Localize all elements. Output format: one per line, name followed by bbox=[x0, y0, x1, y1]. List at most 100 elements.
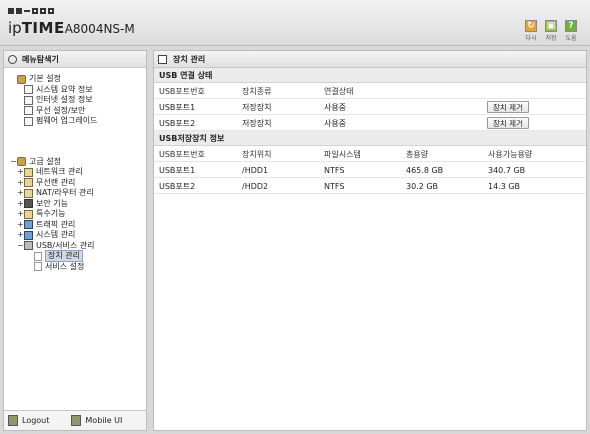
logout-button[interactable]: Logout bbox=[8, 415, 49, 426]
expand-icon[interactable]: + bbox=[17, 178, 24, 188]
page-header: 장치 관리 bbox=[154, 51, 586, 68]
tree-item-nat-router[interactable]: + NAT/라우터 관리 bbox=[10, 188, 146, 199]
window-icon bbox=[158, 54, 167, 64]
col-header: 사용가능용량 bbox=[488, 149, 533, 159]
expand-icon[interactable]: + bbox=[17, 209, 24, 219]
brand-logo: ipTIMEA8004NS-M bbox=[8, 19, 135, 37]
tree-label: NAT/라우터 관리 bbox=[36, 188, 94, 198]
tree-item-network[interactable]: + 네트워크 관리 bbox=[10, 167, 146, 178]
page-title: 장치 관리 bbox=[173, 54, 206, 64]
special-icon bbox=[24, 209, 33, 219]
help-button[interactable]: ? 도움 bbox=[564, 20, 578, 42]
tree-item-system-summary[interactable]: 시스템 요약 정보 bbox=[10, 85, 146, 96]
reload-label: 다시 bbox=[525, 35, 537, 42]
settings-folder-icon bbox=[17, 74, 26, 84]
expand-icon[interactable]: + bbox=[17, 220, 24, 230]
document-icon bbox=[24, 95, 33, 105]
tree-item-internet-info[interactable]: 인터넷 설정 정보 bbox=[10, 95, 146, 106]
mobile-icon bbox=[71, 415, 82, 426]
save-button[interactable]: ▣ 저장 bbox=[544, 20, 558, 42]
table-row: USB포트1 저장장치 사용중 장치 제거 bbox=[154, 99, 586, 115]
tree-item-firmware-upgrade[interactable]: 펌웨어 업그레이드 bbox=[10, 116, 146, 127]
tree-item-service-settings[interactable]: 서비스 설정 bbox=[10, 262, 146, 273]
remove-device-button[interactable]: 장치 제거 bbox=[487, 117, 529, 129]
reload-icon: ↻ bbox=[525, 20, 537, 32]
port-cell: USB포트2 bbox=[159, 118, 196, 128]
expand-icon[interactable]: + bbox=[17, 167, 24, 177]
location-cell: /HDD2 bbox=[242, 181, 269, 191]
tree-item-security[interactable]: + 보안 기능 bbox=[10, 199, 146, 210]
reload-button[interactable]: ↻ 다시 bbox=[524, 20, 538, 42]
available-capacity-cell: 340.7 GB bbox=[488, 165, 526, 175]
filesystem-cell: NTFS bbox=[324, 181, 345, 191]
tree-label: USB/서비스 관리 bbox=[36, 240, 95, 250]
top-header: ipTIMEA8004NS-M ↻ 다시 ▣ 저장 ? 도움 bbox=[0, 0, 590, 46]
page-icon bbox=[34, 251, 42, 261]
expand-icon[interactable]: + bbox=[17, 230, 24, 240]
remove-device-button[interactable]: 장치 제거 bbox=[487, 101, 529, 113]
tree-item-system[interactable]: + 시스템 관리 bbox=[10, 230, 146, 241]
table-row: USB포트1 /HDD1 NTFS 465.8 GB 340.7 GB bbox=[154, 162, 586, 178]
help-icon: ? bbox=[565, 20, 577, 32]
col-header: USB포트번호 bbox=[159, 149, 205, 159]
collapse-icon[interactable]: − bbox=[17, 241, 24, 251]
sidebar-title: 메뉴탐색기 bbox=[22, 54, 59, 64]
tree-label: 고급 설정 bbox=[29, 156, 61, 166]
location-cell: /HDD1 bbox=[242, 165, 269, 175]
expand-icon[interactable]: + bbox=[17, 199, 24, 209]
help-label: 도움 bbox=[565, 35, 577, 42]
page-icon bbox=[34, 262, 42, 272]
logout-icon bbox=[8, 415, 18, 426]
usb-storage-section-title: USB저장장치 정보 bbox=[154, 131, 586, 146]
col-header: 파일시스템 bbox=[324, 149, 361, 159]
connection-header-row: USB포트번호 장치종류 연결상태 bbox=[154, 83, 586, 99]
tree-label: 서비스 설정 bbox=[45, 261, 85, 271]
tree-label: 기본 설정 bbox=[29, 74, 61, 84]
tree-item-wireless[interactable]: + 무선랜 관리 bbox=[10, 178, 146, 189]
usb-connection-section-title: USB 연결 상태 bbox=[154, 68, 586, 83]
traffic-icon bbox=[24, 220, 33, 230]
tree-label: 시스템 요약 정보 bbox=[36, 84, 93, 94]
tree-item-traffic[interactable]: + 트래픽 관리 bbox=[10, 220, 146, 231]
table-row: USB포트2 저장장치 사용중 장치 제거 bbox=[154, 115, 586, 131]
tree-item-special[interactable]: + 특수기능 bbox=[10, 209, 146, 220]
tree-item-device-management[interactable]: 장치 관리 bbox=[10, 250, 146, 263]
filesystem-cell: NTFS bbox=[324, 165, 345, 175]
port-cell: USB포트1 bbox=[159, 165, 196, 175]
tree-basic-settings[interactable]: 기본 설정 bbox=[10, 74, 146, 85]
mobile-ui-label: Mobile UI bbox=[85, 416, 123, 425]
col-header: 장치종류 bbox=[242, 86, 272, 96]
storage-header-row: USB포트번호 장치위치 파일시스템 총용량 사용가능용량 bbox=[154, 146, 586, 162]
status-cell: 사용중 bbox=[324, 118, 347, 128]
available-capacity-cell: 14.3 GB bbox=[488, 181, 521, 191]
tree-label: 트래픽 관리 bbox=[36, 219, 76, 229]
tree-item-wireless-security[interactable]: 무선 설정/보안 bbox=[10, 106, 146, 117]
router-icon bbox=[24, 188, 33, 198]
total-capacity-cell: 30.2 GB bbox=[406, 181, 439, 191]
tree-label: 보안 기능 bbox=[36, 198, 68, 208]
save-icon: ▣ bbox=[545, 20, 557, 32]
port-cell: USB포트1 bbox=[159, 102, 196, 112]
tree-label: 인터넷 설정 정보 bbox=[36, 95, 93, 105]
menu-tree: 기본 설정 시스템 요약 정보 인터넷 설정 정보 무선 설정/보안 펌웨어 업… bbox=[4, 68, 146, 272]
table-row: USB포트2 /HDD2 NTFS 30.2 GB 14.3 GB bbox=[154, 178, 586, 194]
col-header: 장치위치 bbox=[242, 149, 272, 159]
expand-icon[interactable]: + bbox=[17, 188, 24, 198]
usb-icon bbox=[24, 241, 33, 251]
sidebar-header: 메뉴탐색기 bbox=[4, 51, 146, 68]
menu-sidebar: 메뉴탐색기 기본 설정 시스템 요약 정보 인터넷 설정 정보 무선 설정/보안… bbox=[3, 50, 147, 431]
wireless-icon bbox=[24, 178, 33, 188]
type-cell: 저장장치 bbox=[242, 118, 272, 128]
collapse-icon[interactable]: − bbox=[10, 157, 17, 167]
save-label: 저장 bbox=[545, 35, 557, 42]
col-header: 연결상태 bbox=[324, 86, 354, 96]
tree-advanced-settings[interactable]: − 고급 설정 bbox=[10, 157, 146, 168]
port-cell: USB포트2 bbox=[159, 181, 196, 191]
logout-label: Logout bbox=[22, 416, 50, 425]
network-icon bbox=[24, 167, 33, 177]
tree-label: 무선 설정/보안 bbox=[36, 105, 86, 115]
col-header: 총용량 bbox=[406, 149, 429, 159]
mobile-ui-button[interactable]: Mobile UI bbox=[71, 415, 122, 426]
logo-mark-icon bbox=[8, 8, 54, 14]
document-icon bbox=[24, 106, 33, 116]
